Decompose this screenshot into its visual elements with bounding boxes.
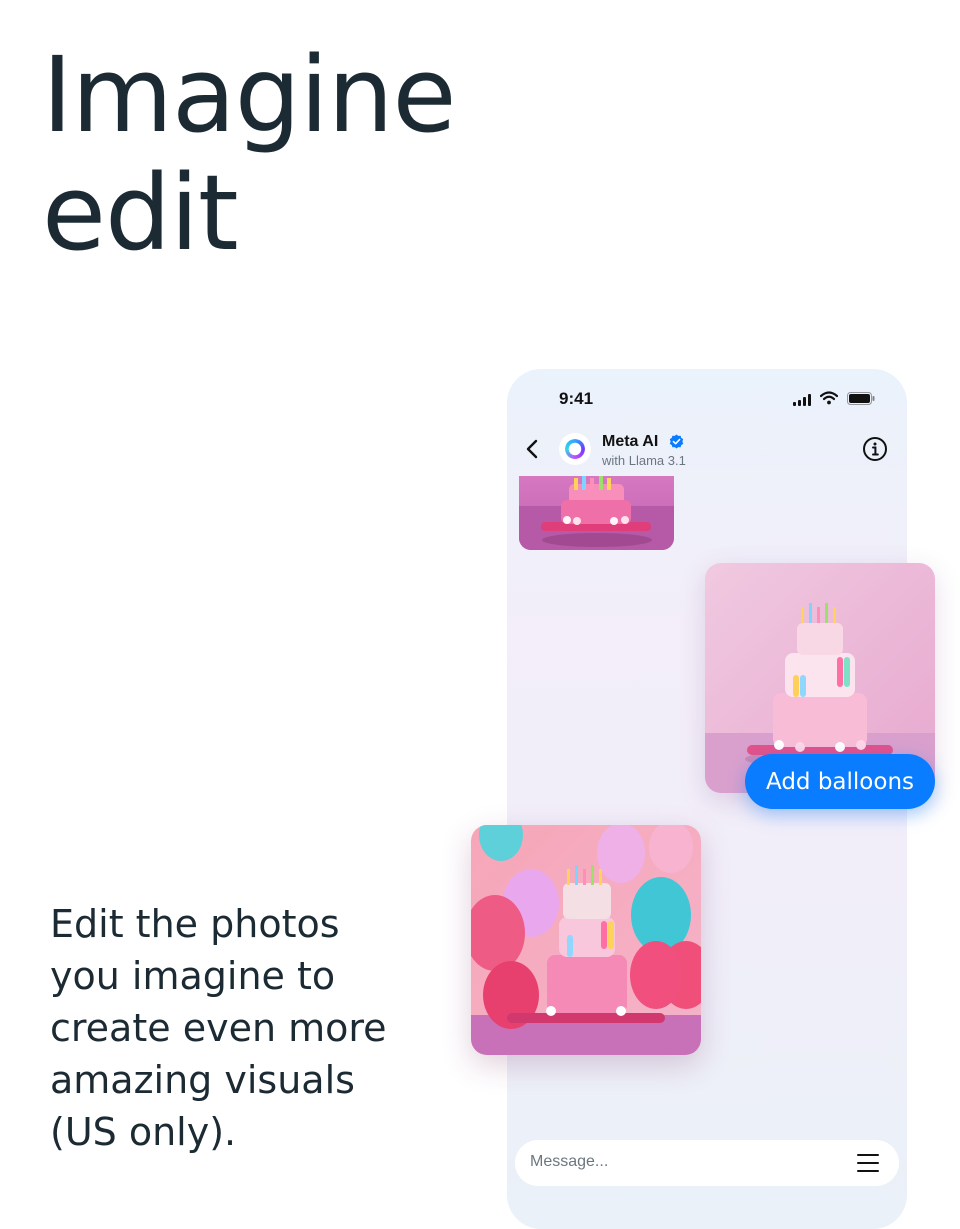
menu-icon[interactable] (857, 1153, 879, 1173)
ai-image-message[interactable] (519, 476, 674, 550)
ai-reply-image-message[interactable] (471, 825, 701, 1055)
user-text-message[interactable]: Add balloons (745, 754, 935, 809)
message-input[interactable]: Message... (515, 1140, 899, 1186)
chat-header: Meta AI with Llama 3.1 (507, 429, 907, 479)
tagline-line: (US only). (50, 1110, 237, 1154)
tagline-line: create even more (50, 1006, 387, 1050)
tagline: Edit the photos you imagine to create ev… (50, 898, 450, 1158)
meta-ai-avatar[interactable] (559, 433, 591, 465)
back-icon[interactable] (523, 437, 543, 461)
contact-subtitle: with Llama 3.1 (602, 453, 686, 468)
signal-icon (793, 394, 811, 406)
info-icon[interactable] (862, 436, 888, 462)
status-time: 9:41 (559, 389, 594, 408)
battery-icon (847, 392, 875, 405)
message-input-placeholder: Message... (530, 1153, 609, 1170)
wifi-icon (820, 391, 838, 405)
tagline-line: you imagine to (50, 954, 336, 998)
tagline-line: amazing visuals (50, 1058, 355, 1102)
headline-line-1: Imagine (42, 34, 457, 156)
tagline-line: Edit the photos (50, 902, 340, 946)
contact-name[interactable]: Meta AI (602, 433, 658, 451)
headline-line-2: edit (42, 152, 239, 274)
status-bar: 9:41 (507, 369, 907, 429)
headline: Imagine edit (42, 34, 457, 274)
verified-icon (669, 434, 684, 449)
